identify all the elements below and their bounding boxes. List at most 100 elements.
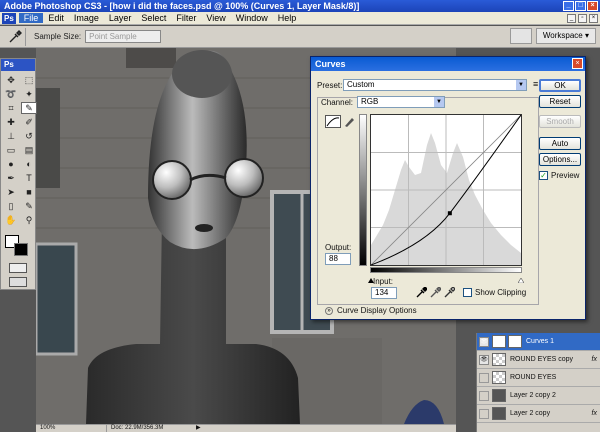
smooth-button[interactable]: Smooth — [539, 115, 581, 128]
fx-icon[interactable]: fx — [592, 410, 597, 417]
close-button[interactable]: × — [587, 1, 598, 11]
photoshop-window: Adobe Photoshop CS3 - [how i did the fac… — [0, 0, 600, 432]
blur-tool-icon[interactable]: ● — [3, 158, 19, 170]
bridge-icon[interactable] — [509, 28, 532, 44]
healing-brush-tool-icon[interactable]: ✚ — [3, 116, 19, 128]
gradient-tool-icon[interactable]: ▤ — [21, 144, 37, 156]
eyedropper-tool-preset-icon[interactable] — [4, 27, 26, 46]
preset-select[interactable]: Custom ▼ — [343, 79, 527, 91]
marquee-tool-icon[interactable]: ⬚ — [21, 74, 37, 86]
quick-mask-icon[interactable] — [9, 263, 27, 273]
hand-tool-icon[interactable]: ✋ — [3, 214, 19, 226]
tools-grid: ✥ ⬚ ➰ ✦ ⌗ ✎ ✚ ✐ ⊥ ↺ ▭ ▤ ● ◐ ✒ T ➤ ■ ▯ ✎ … — [1, 71, 37, 226]
chevron-down-icon[interactable]: » — [325, 307, 333, 315]
eyedropper-small-icon[interactable]: ✎ — [21, 200, 37, 212]
eye-icon[interactable] — [479, 408, 489, 419]
black-eyedropper-icon[interactable] — [415, 286, 428, 299]
curves-close-button[interactable]: × — [572, 58, 583, 69]
eraser-tool-icon[interactable]: ▭ — [3, 144, 19, 156]
layer-row-layer-2-copy[interactable]: Layer 2 copy fx — [477, 405, 600, 423]
options-button[interactable]: Options... — [539, 153, 581, 166]
dodge-tool-icon[interactable]: ◐ — [21, 158, 37, 170]
layer-thumbnail — [492, 353, 506, 366]
menu-window[interactable]: Window — [231, 13, 273, 23]
white-point-slider[interactable] — [517, 274, 525, 284]
layer-name: ROUND EYES — [510, 374, 557, 381]
zoom-tool-icon[interactable]: ⚲ — [21, 214, 37, 226]
eye-icon[interactable]: 👁 — [479, 354, 489, 365]
notes-tool-icon[interactable]: ▯ — [3, 200, 19, 212]
curves-graph[interactable] — [370, 114, 522, 266]
layer-name: Curves 1 — [526, 338, 555, 345]
doc-minimize-button[interactable]: _ — [567, 14, 576, 23]
input-field[interactable]: 134 — [371, 287, 397, 299]
layer-name: ROUND EYES copy — [510, 356, 574, 363]
layer-name: Layer 2 copy 2 — [510, 392, 556, 399]
eye-icon[interactable] — [479, 390, 489, 401]
workspace-button[interactable]: Workspace ▾ — [535, 28, 596, 44]
fx-icon[interactable]: fx — [592, 356, 597, 363]
screen-mode-icon[interactable] — [9, 277, 27, 287]
menu-select[interactable]: Select — [136, 13, 171, 23]
curves-dialog-title: Curves — [311, 57, 585, 71]
menu-view[interactable]: View — [201, 13, 230, 23]
menu-bar: Ps File Edit Image Layer Select Filter V… — [0, 12, 600, 25]
layer-thumbnail — [492, 389, 506, 402]
lasso-tool-icon[interactable]: ➰ — [3, 88, 19, 100]
channel-select[interactable]: RGB ▼ — [357, 96, 445, 108]
history-brush-tool-icon[interactable]: ↺ — [21, 130, 37, 142]
menu-layer[interactable]: Layer — [104, 13, 137, 23]
reset-button[interactable]: Reset — [539, 95, 581, 108]
output-field[interactable]: 88 — [325, 253, 351, 265]
document-window-controls: _ ▫ × — [567, 14, 598, 23]
type-tool-icon[interactable]: T — [21, 172, 37, 184]
doc-restore-button[interactable]: ▫ — [578, 14, 587, 23]
curve-edit-points-icon[interactable] — [325, 115, 341, 128]
pen-tool-icon[interactable]: ✒ — [3, 172, 19, 184]
layer-row-curves-1[interactable]: 👁 Curves 1 — [477, 333, 600, 351]
white-eyedropper-icon[interactable] — [443, 286, 456, 299]
curve-display-options-label[interactable]: Curve Display Options — [337, 306, 417, 315]
layer-row-layer-2-copy-2[interactable]: Layer 2 copy 2 — [477, 387, 600, 405]
preset-options-icon[interactable]: ≡ — [533, 79, 538, 89]
menu-image[interactable]: Image — [69, 13, 104, 23]
input-gradient-bar — [370, 267, 522, 273]
menu-help[interactable]: Help — [273, 13, 302, 23]
eye-icon[interactable]: 👁 — [479, 336, 489, 347]
app-logo: Ps — [2, 12, 16, 24]
layer-mask-thumbnail[interactable] — [508, 335, 522, 348]
magic-wand-tool-icon[interactable]: ✦ — [21, 88, 37, 100]
gray-eyedropper-icon[interactable] — [429, 286, 442, 299]
path-selection-tool-icon[interactable]: ➤ — [3, 186, 19, 198]
chevron-down-icon: ▼ — [516, 80, 526, 90]
menu-filter[interactable]: Filter — [171, 13, 201, 23]
auto-button[interactable]: Auto — [539, 137, 581, 150]
chevron-down-icon: ▼ — [434, 97, 444, 107]
clone-stamp-tool-icon[interactable]: ⊥ — [3, 130, 19, 142]
eyedropper-tool-icon[interactable]: ✎ — [21, 102, 37, 114]
pencil-draw-icon[interactable] — [343, 115, 355, 128]
zoom-level[interactable]: 100% — [40, 425, 55, 432]
sample-size-select[interactable]: Point Sample — [85, 30, 162, 43]
curve-control-point[interactable] — [447, 211, 452, 216]
brush-tool-icon[interactable]: ✐ — [21, 116, 37, 128]
maximize-button[interactable]: □ — [575, 1, 586, 11]
status-menu-arrow-icon[interactable]: ▶ — [196, 425, 201, 432]
show-clipping-checkbox[interactable] — [463, 288, 472, 297]
eye-icon[interactable] — [479, 372, 489, 383]
preview-checkbox[interactable]: ✓ — [539, 171, 548, 180]
shape-tool-icon[interactable]: ■ — [21, 186, 37, 198]
color-swatches[interactable] — [5, 235, 33, 257]
minimize-button[interactable]: _ — [563, 1, 574, 11]
curves-dialog: Curves × Preset: Custom ▼ ≡ Channel: RGB… — [310, 56, 586, 320]
menu-file[interactable]: File — [18, 13, 44, 23]
background-color-swatch[interactable] — [14, 243, 28, 256]
ok-button[interactable]: OK — [539, 79, 581, 92]
doc-close-button[interactable]: × — [589, 14, 598, 23]
layer-row-round-eyes[interactable]: ROUND EYES — [477, 369, 600, 387]
move-tool-icon[interactable]: ✥ — [3, 74, 19, 86]
menu-edit[interactable]: Edit — [43, 13, 69, 23]
layer-row-round-eyes-copy[interactable]: 👁 ROUND EYES copy fx — [477, 351, 600, 369]
crop-tool-icon[interactable]: ⌗ — [3, 102, 19, 114]
preview-label: Preview — [551, 171, 580, 180]
